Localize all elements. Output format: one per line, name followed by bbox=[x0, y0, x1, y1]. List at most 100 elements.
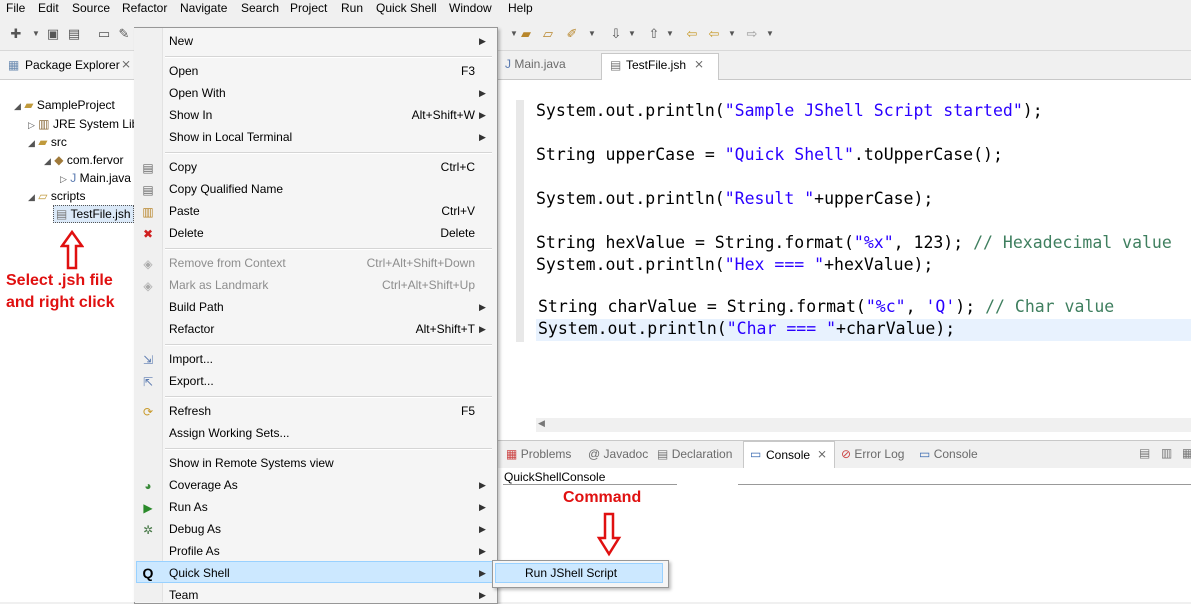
tree-item-jre[interactable]: ▷ ▥ JRE System Lib bbox=[28, 117, 138, 131]
shortcut-refactor: Alt+Shift+T bbox=[415, 322, 475, 336]
menu-item-assign-working-sets[interactable]: Assign Working Sets... bbox=[169, 426, 290, 440]
menu-item-show-in-remote-systems[interactable]: Show in Remote Systems view bbox=[169, 456, 334, 470]
export-icon: ⇱ bbox=[142, 375, 154, 389]
menu-window[interactable]: Window bbox=[449, 1, 492, 15]
menu-item-new[interactable]: New bbox=[169, 34, 193, 48]
last-edit-icon[interactable]: ⇦ bbox=[684, 26, 700, 42]
menu-item-import[interactable]: Import... bbox=[169, 352, 213, 366]
menu-item-refresh[interactable]: Refresh bbox=[169, 404, 211, 418]
pencil-icon[interactable]: ✐ bbox=[564, 26, 580, 42]
red-down-arrow-icon bbox=[596, 512, 622, 557]
menu-item-build-path[interactable]: Build Path bbox=[169, 300, 224, 314]
menu-item-show-local-terminal[interactable]: Show in Local Terminal bbox=[169, 130, 292, 144]
menu-help[interactable]: Help bbox=[508, 1, 533, 15]
copy-icon: ▤ bbox=[142, 161, 154, 175]
forward-icon[interactable]: ⇨ bbox=[744, 26, 760, 42]
menu-item-run-as[interactable]: Run As bbox=[169, 500, 208, 514]
submenu-arrow-icon: ▶ bbox=[479, 36, 486, 46]
java-file-icon: J bbox=[70, 171, 77, 185]
tab-error-log[interactable]: ⊘ Error Log bbox=[841, 447, 904, 461]
menu-quick-shell[interactable]: Quick Shell bbox=[376, 1, 437, 15]
menu-item-export[interactable]: Export... bbox=[169, 374, 214, 388]
shortcut-mark-as-landmark: Ctrl+Alt+Shift+Up bbox=[381, 278, 475, 292]
java-file-icon: J bbox=[505, 57, 511, 71]
paste-icon: ▥ bbox=[142, 205, 154, 219]
menu-item-profile-as[interactable]: Profile As bbox=[169, 544, 220, 558]
tab-problems[interactable]: ▦ Problems bbox=[506, 447, 571, 461]
menu-item-refactor[interactable]: Refactor bbox=[169, 322, 214, 336]
menu-refactor[interactable]: Refactor bbox=[122, 1, 167, 15]
menu-item-coverage-as[interactable]: Coverage As bbox=[169, 478, 238, 492]
tree-item-src[interactable]: ◢ ▰ src bbox=[28, 135, 67, 149]
new-icon[interactable]: ✚ bbox=[8, 26, 24, 42]
save-all-icon[interactable]: ▤ bbox=[66, 26, 82, 42]
tab-declaration[interactable]: ▤ Declaration bbox=[657, 447, 732, 461]
open-folder-icon[interactable]: ▱ bbox=[540, 26, 556, 42]
chevron-down-icon[interactable]: ▼ bbox=[28, 26, 44, 42]
menu-file[interactable]: File bbox=[6, 1, 25, 15]
close-icon[interactable]: ⨯ bbox=[694, 57, 704, 71]
chevron-down-icon[interactable]: ▼ bbox=[724, 26, 740, 42]
problems-icon: ▦ bbox=[506, 447, 518, 461]
menu-item-copy-qualified-name[interactable]: Copy Qualified Name bbox=[169, 182, 283, 196]
menu-navigate[interactable]: Navigate bbox=[180, 1, 227, 15]
scroll-left-icon[interactable]: ◀ bbox=[538, 418, 545, 429]
chevron-down-icon[interactable]: ▼ bbox=[762, 26, 778, 42]
next-annotation-icon[interactable]: ⇩ bbox=[608, 26, 624, 42]
landmark-icon: ◈ bbox=[143, 279, 153, 293]
code-line: System.out.println("Hex === "+hexValue); bbox=[536, 255, 934, 274]
close-icon[interactable]: ⨯ bbox=[121, 57, 131, 71]
instruction-line2: and right click bbox=[6, 294, 115, 311]
menu-item-copy[interactable]: Copy bbox=[169, 160, 197, 174]
menu-separator bbox=[165, 152, 492, 154]
menu-item-open[interactable]: Open bbox=[169, 64, 198, 78]
menu-item-paste[interactable]: Paste bbox=[169, 204, 200, 218]
coverage-icon: ◕ bbox=[144, 479, 152, 493]
tab-testfile-jsh[interactable]: ▤ TestFile.jsh ⨯ bbox=[601, 53, 719, 80]
prev-annotation-icon[interactable]: ⇧ bbox=[646, 26, 662, 42]
menu-item-delete[interactable]: Delete bbox=[169, 226, 204, 240]
close-icon[interactable]: ⨯ bbox=[817, 447, 827, 461]
tab-console-2[interactable]: ▭ Console bbox=[919, 447, 978, 461]
back-icon[interactable]: ⇦ bbox=[706, 26, 722, 42]
menu-item-show-in[interactable]: Show In bbox=[169, 108, 212, 122]
tree-item-scripts[interactable]: ◢ ▱ scripts bbox=[28, 189, 86, 203]
debug-icon[interactable]: ✎ bbox=[116, 26, 132, 42]
code-line: System.out.println("Result "+upperCase); bbox=[536, 189, 934, 208]
menu-item-mark-as-landmark: Mark as Landmark bbox=[169, 278, 269, 292]
submenu-arrow-icon: ▶ bbox=[479, 110, 486, 120]
menu-item-quick-shell[interactable]: Quick Shell bbox=[169, 566, 230, 580]
menu-item-run-jshell-script[interactable]: Run JShell Script bbox=[525, 566, 617, 580]
tree-item-package[interactable]: ◢ ◆ com.fervor bbox=[44, 153, 124, 167]
scroll-lock-icon[interactable]: ▥ bbox=[1161, 446, 1172, 460]
pin-console-icon[interactable]: ▦ bbox=[1182, 446, 1191, 460]
editor-ruler bbox=[516, 100, 524, 342]
menu-search[interactable]: Search bbox=[241, 1, 279, 15]
menu-item-team[interactable]: Team bbox=[169, 588, 198, 602]
chevron-down-icon[interactable]: ▼ bbox=[584, 26, 600, 42]
menu-item-debug-as[interactable]: Debug As bbox=[169, 522, 221, 536]
tab-javadoc[interactable]: @ Javadoc bbox=[588, 447, 648, 461]
tree-item-project[interactable]: ◢ ▰ SampleProject bbox=[14, 98, 115, 112]
tab-console[interactable]: ▭ Console ⨯ bbox=[743, 441, 835, 469]
open-type-icon[interactable]: ▰ bbox=[518, 26, 534, 42]
source-folder-icon: ▰ bbox=[38, 135, 48, 149]
menu-source[interactable]: Source bbox=[72, 1, 110, 15]
horizontal-scrollbar[interactable]: ◀ bbox=[536, 418, 1191, 432]
menu-item-open-with[interactable]: Open With bbox=[169, 86, 226, 100]
code-line: String charValue = String.format("%c", '… bbox=[538, 297, 1115, 316]
terminal-icon[interactable]: ▭ bbox=[96, 26, 112, 42]
clear-console-icon[interactable]: ▤ bbox=[1139, 446, 1150, 460]
chevron-down-icon[interactable]: ▼ bbox=[662, 26, 678, 42]
tree-item-main-java[interactable]: ▷ J Main.java bbox=[60, 171, 131, 185]
tab-main-java[interactable]: J Main.java bbox=[505, 57, 566, 71]
shortcut-copy: Ctrl+C bbox=[440, 160, 475, 174]
menu-run[interactable]: Run bbox=[341, 1, 363, 15]
tree-item-testfile-jsh[interactable]: ▤ TestFile.jsh bbox=[53, 205, 134, 223]
package-explorer-tab[interactable]: ▦ Package Explorer ⨯ bbox=[0, 51, 135, 80]
menu-edit[interactable]: Edit bbox=[38, 1, 59, 15]
menu-separator bbox=[165, 396, 492, 398]
chevron-down-icon[interactable]: ▼ bbox=[624, 26, 640, 42]
save-icon[interactable]: ▣ bbox=[45, 26, 61, 42]
menu-project[interactable]: Project bbox=[290, 1, 327, 15]
